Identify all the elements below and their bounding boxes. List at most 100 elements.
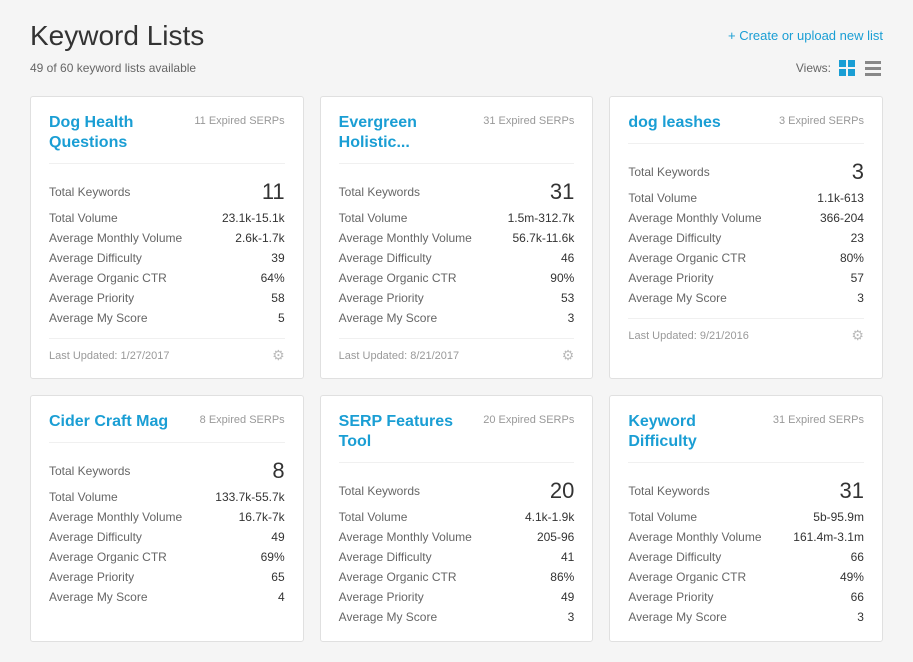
grid-view-icon[interactable] — [837, 58, 857, 78]
stat-row: Average Organic CTR69% — [49, 547, 285, 567]
gear-icon[interactable]: ⚙ — [272, 347, 285, 364]
card-title[interactable]: SERP Features Tool — [339, 412, 474, 452]
stat-row: Average Organic CTR 80% — [628, 248, 864, 268]
stat-label: Average Organic CTR — [628, 251, 746, 265]
stat-label: Average Difficulty — [49, 530, 142, 544]
stat-value: 69% — [261, 550, 285, 564]
stat-row: Average Difficulty41 — [339, 547, 575, 567]
stat-label: Total Keywords — [339, 185, 420, 199]
stat-value: 366-204 — [820, 211, 864, 225]
expired-serps-badge: 11 Expired SERPs — [194, 115, 284, 127]
stat-row: Average Organic CTR 49% — [628, 567, 864, 587]
stat-value: 49 — [271, 530, 284, 544]
card-title[interactable]: dog leashes — [628, 113, 769, 133]
stat-value: 205-96 — [537, 530, 574, 544]
stat-value: 5 — [278, 311, 285, 325]
card-header: Keyword Difficulty 31 Expired SERPs — [628, 412, 864, 463]
stat-value: 66 — [851, 550, 864, 564]
stat-row: Average My Score3 — [339, 607, 575, 627]
stat-value: 56.7k-11.6k — [513, 231, 575, 245]
stat-row: Average Difficulty 49 — [49, 527, 285, 547]
stat-value: 3 — [857, 291, 864, 305]
page-title: Keyword Lists — [30, 20, 204, 52]
keyword-list-card: SERP Features Tool20 Expired SERPs Total … — [320, 395, 594, 642]
stat-row: Average Organic CTR 64% — [49, 268, 285, 288]
stat-value: 2.6k-1.7k — [235, 231, 284, 245]
stat-value: 80% — [840, 251, 864, 265]
subheader: 49 of 60 keyword lists available Views: — [30, 58, 883, 78]
stat-label: Average Organic CTR — [339, 271, 457, 285]
stat-value: 49% — [840, 570, 864, 584]
stat-row: Average Difficulty23 — [628, 228, 864, 248]
gear-icon[interactable]: ⚙ — [562, 347, 575, 364]
stat-value: 64% — [261, 271, 285, 285]
stat-row: Average Priority 66 — [628, 587, 864, 607]
stat-label: Average Organic CTR — [628, 570, 746, 584]
stat-value: 31 — [840, 478, 864, 504]
stat-value: 3 — [568, 311, 575, 325]
gear-icon[interactable]: ⚙ — [851, 327, 864, 344]
stat-row: Average Monthly Volume16.7k-7k — [49, 507, 285, 527]
stat-label: Average Monthly Volume — [628, 211, 761, 225]
card-title[interactable]: Dog Health Questions — [49, 113, 184, 153]
views-container: Views: — [796, 58, 883, 78]
list-view-icon[interactable] — [863, 58, 883, 78]
keyword-list-card: Evergreen Holistic...31 Expired SERPsTot… — [320, 96, 594, 379]
stat-row: Total Volume23.1k-15.1k — [49, 208, 285, 228]
stat-row: Average Organic CTR86% — [339, 567, 575, 587]
create-upload-link[interactable]: + Create or upload new list — [728, 28, 883, 43]
stat-row: Average Monthly Volume205-96 — [339, 527, 575, 547]
last-updated-text: Last Updated: 1/27/2017 — [49, 350, 169, 362]
stat-label: Average Difficulty — [628, 550, 721, 564]
stat-label: Total Volume — [628, 191, 697, 205]
card-title[interactable]: Keyword Difficulty — [628, 412, 763, 452]
page-header: Keyword Lists + Create or upload new lis… — [30, 20, 883, 52]
stat-row: Average My Score4 — [49, 587, 285, 607]
stat-label: Average Organic CTR — [49, 271, 167, 285]
stat-label: Average Priority — [628, 271, 713, 285]
stat-value: 66 — [851, 590, 864, 604]
stat-row: Total Keywords 31 — [339, 176, 575, 208]
card-header: SERP Features Tool20 Expired SERPs — [339, 412, 575, 463]
stat-row: Average Difficulty39 — [49, 248, 285, 268]
card-footer: Last Updated: 1/27/2017 ⚙ — [49, 338, 285, 364]
available-text: 49 of 60 keyword lists available — [30, 61, 196, 75]
stat-value: 20 — [550, 478, 574, 504]
stat-label: Average Priority — [49, 570, 134, 584]
stat-value: 8 — [272, 458, 284, 484]
stat-row: Average Priority58 — [49, 288, 285, 308]
card-stats: Total Keywords31Total Volume5b-95.9mAver… — [628, 475, 864, 627]
card-header: Dog Health Questions 11 Expired SERPs — [49, 113, 285, 164]
stat-row: Average Priority57 — [628, 268, 864, 288]
stat-row: Average Monthly Volume161.4m-3.1m — [628, 527, 864, 547]
stat-row: Total Volume4.1k-1.9k — [339, 507, 575, 527]
stat-value: 49 — [561, 590, 574, 604]
expired-serps-badge: 31 Expired SERPs — [773, 414, 864, 426]
stat-label: Average Monthly Volume — [628, 530, 761, 544]
stat-value: 31 — [550, 179, 574, 205]
stat-value: 1.5m-312.7k — [508, 211, 575, 225]
card-stats: Total Keywords3Total Volume1.1k-613Avera… — [628, 156, 864, 308]
stat-row: Total Volume133.7k-55.7k — [49, 487, 285, 507]
stat-label: Total Volume — [339, 211, 408, 225]
card-stats: Total Keywords8Total Volume133.7k-55.7kA… — [49, 455, 285, 607]
stat-value: 58 — [271, 291, 284, 305]
stat-label: Total Keywords — [628, 484, 709, 498]
card-title[interactable]: Evergreen Holistic... — [339, 113, 474, 153]
stat-value: 4.1k-1.9k — [525, 510, 574, 524]
stat-value: 3 — [852, 159, 864, 185]
stat-label: Average My Score — [339, 311, 438, 325]
stat-label: Average My Score — [49, 311, 148, 325]
stat-label: Average Difficulty — [339, 550, 432, 564]
card-title[interactable]: Cider Craft Mag — [49, 412, 190, 432]
stat-value: 4 — [278, 590, 285, 604]
stat-label: Total Keywords — [49, 464, 130, 478]
views-label: Views: — [796, 61, 831, 75]
stat-label: Average Priority — [628, 590, 713, 604]
stat-row: Total Keywords 8 — [49, 455, 285, 487]
keyword-list-card: Cider Craft Mag 8 Expired SERPs Total Keyw… — [30, 395, 304, 642]
expired-serps-badge: 3 Expired SERPs — [779, 115, 864, 127]
expired-serps-badge: 8 Expired SERPs — [200, 414, 285, 426]
stat-value: 23 — [851, 231, 864, 245]
stat-row: Total Keywords3 — [628, 156, 864, 188]
